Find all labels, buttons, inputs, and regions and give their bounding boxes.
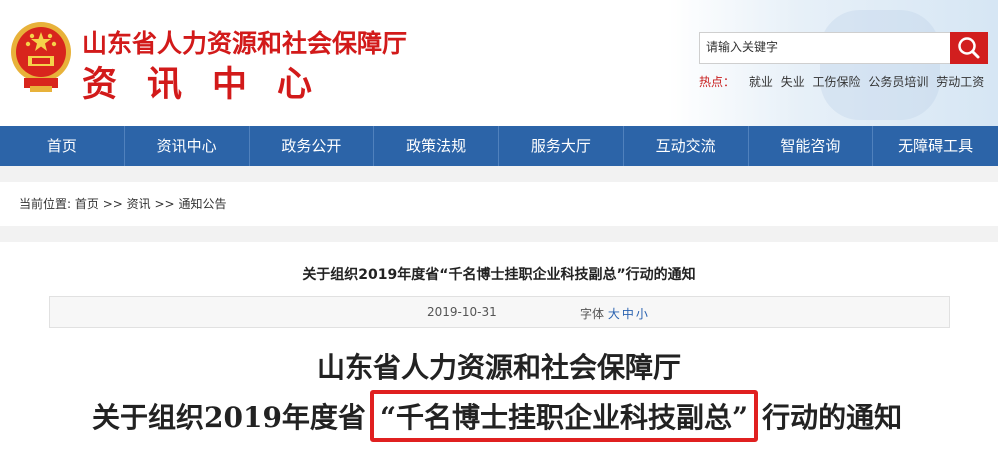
search-box: [699, 32, 951, 64]
body-title-prefix: 关于组织2019年度省: [92, 401, 366, 434]
site-subtitle: 资讯中心: [82, 65, 343, 105]
breadcrumb-separator: >>: [102, 197, 123, 211]
search-button[interactable]: [950, 32, 988, 64]
hot-keywords: 热点： 就业 失业 工伤保险 公务员培训 劳动工资: [699, 73, 988, 90]
highlighted-phrase: “千名博士挂职企业科技副总”: [369, 390, 759, 442]
search-input[interactable]: [700, 33, 950, 61]
font-size-large-link[interactable]: 大: [608, 307, 620, 321]
spacer: [0, 166, 998, 182]
hot-item-link[interactable]: 就业: [749, 75, 773, 89]
breadcrumb-item[interactable]: 通知公告: [178, 197, 226, 211]
breadcrumb-prefix: 当前位置:: [19, 197, 72, 211]
nav-item-government-affairs[interactable]: 政务公开: [250, 126, 375, 166]
hot-item-link[interactable]: 劳动工资: [936, 75, 984, 89]
font-size-medium-link[interactable]: 中: [622, 307, 634, 321]
site-header: 山东省人力资源和社会保障厅 资讯中心 热点： 就业 失业 工伤保险 公务员培训 …: [0, 0, 998, 126]
font-size-controls: 字体 大中小: [580, 305, 650, 322]
breadcrumb-separator: >>: [154, 197, 175, 211]
nav-item-policies[interactable]: 政策法规: [374, 126, 499, 166]
article-body-heading-title: 关于组织2019年度省 “千名博士挂职企业科技副总” 行动的通知: [92, 390, 902, 442]
search-icon: [958, 37, 980, 59]
nav-item-interaction[interactable]: 互动交流: [624, 126, 749, 166]
hot-label: 热点：: [699, 75, 736, 89]
hot-item-link[interactable]: 失业: [781, 75, 805, 89]
nav-item-home[interactable]: 首页: [0, 126, 125, 166]
spacer: [0, 226, 998, 242]
breadcrumb: 当前位置: 首页 >> 资讯 >> 通知公告: [0, 182, 998, 226]
font-size-label: 字体: [580, 307, 605, 321]
font-size-small-link[interactable]: 小: [636, 307, 648, 321]
article-body-heading-org: 山东省人力资源和社会保障厅: [316, 351, 681, 384]
article-title: 关于组织2019年度省“千名博士挂职企业科技副总”行动的通知: [302, 267, 696, 283]
hot-item-link[interactable]: 工伤保险: [813, 75, 861, 89]
breadcrumb-home[interactable]: 首页: [75, 197, 99, 211]
nav-item-news-center[interactable]: 资讯中心: [125, 126, 250, 166]
calligraphy-watermark: [820, 10, 940, 120]
article-date: 2019-10-31: [427, 305, 497, 319]
nav-item-smart-consult[interactable]: 智能咨询: [749, 126, 874, 166]
main-nav: 首页 资讯中心 政务公开 政策法规 服务大厅 互动交流 智能咨询 无障碍工具: [0, 126, 998, 166]
nav-item-accessibility[interactable]: 无障碍工具: [873, 126, 998, 166]
nav-item-service-hall[interactable]: 服务大厅: [499, 126, 624, 166]
site-name: 山东省人力资源和社会保障厅: [82, 29, 408, 58]
body-title-suffix: 行动的通知: [762, 401, 903, 434]
national-emblem-icon: [11, 22, 71, 92]
breadcrumb-item[interactable]: 资讯: [127, 197, 151, 211]
hot-item-link[interactable]: 公务员培训: [868, 75, 928, 89]
article-meta-bar: 2019-10-31 字体 大中小: [49, 296, 950, 328]
